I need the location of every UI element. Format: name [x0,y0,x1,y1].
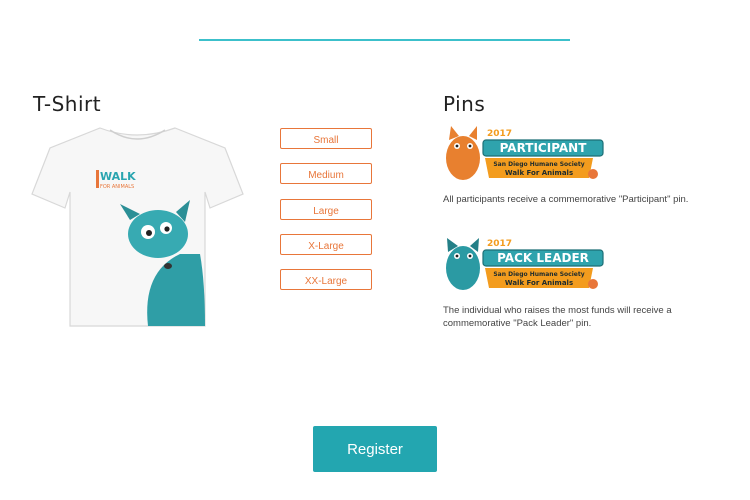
shirt-logo-text: WALK [100,170,136,183]
participant-pin-image: 2017 PARTICIPANT San Diego Humane Societ… [446,126,604,180]
participant-pin-description: All participants receive a commemorative… [443,194,689,205]
tshirt-image: WALK FOR ANIMALS [31,127,244,327]
size-xlarge-button[interactable]: X-Large [280,234,372,255]
participant-pin-org: San Diego Humane Society [493,161,584,168]
size-xxlarge-button[interactable]: XX-Large [280,269,372,290]
participant-pin-year: 2017 [487,129,512,139]
pins-heading: Pins [443,92,486,116]
pack-leader-pin-year: 2017 [487,239,512,249]
participant-pin-event: Walk For Animals [505,169,573,177]
participant-pin-name: PARTICIPANT [500,141,588,155]
pack-leader-pin-org: San Diego Humane Society [493,271,584,278]
size-medium-button[interactable]: Medium [280,163,372,184]
size-small-button[interactable]: Small [280,128,372,149]
size-large-button[interactable]: Large [280,199,372,220]
pack-leader-pin-description: The individual who raises the most funds… [443,305,672,329]
section-divider [199,39,570,41]
register-button[interactable]: Register [313,426,437,472]
pack-leader-pin-event: Walk For Animals [505,279,573,287]
tshirt-heading: T-Shirt [33,92,102,116]
pack-leader-pin-image: 2017 PACK LEADER San Diego Humane Societ… [446,238,604,290]
pack-leader-pin-name: PACK LEADER [497,251,589,265]
shirt-logo-subtext: FOR ANIMALS [100,184,134,190]
